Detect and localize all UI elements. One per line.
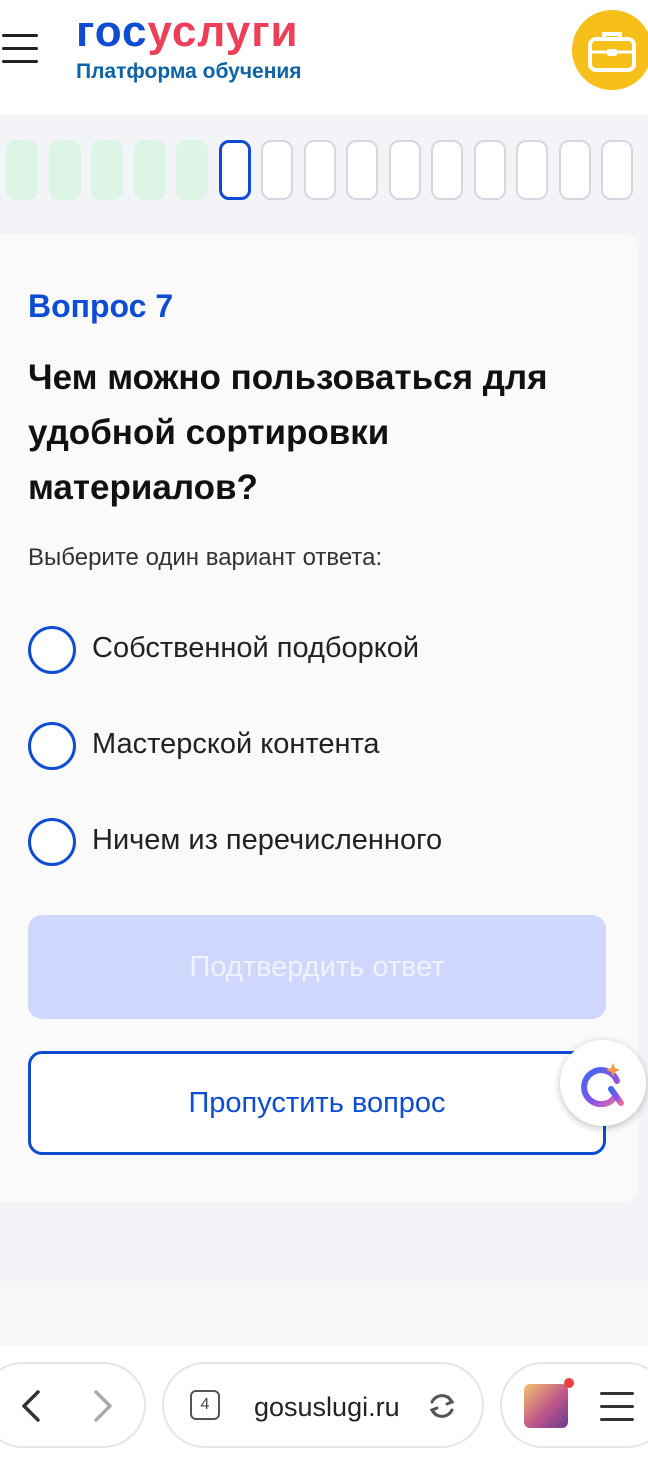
browser-toolbar: 4 gosuslugi.ru [0,1346,648,1476]
progress-step-pending [601,140,633,200]
answer-option[interactable]: Собственной подборкой [28,626,608,676]
app-header: госуслуги Платформа обучения [0,0,648,114]
progress-step-pending [558,140,591,200]
question-progress [0,138,648,204]
progress-step-done [48,140,81,200]
progress-step-pending [346,140,378,200]
navigation-controls [0,1362,146,1448]
progress-step-current [218,140,251,200]
radio-button[interactable] [28,818,76,866]
tabs-counter[interactable]: 4 [190,1390,220,1420]
progress-step-pending [261,140,293,200]
answer-option-label: Мастерской контента [92,728,380,760]
briefcase-icon [588,32,636,72]
progress-step-done [91,140,123,200]
progress-step-done [6,140,38,200]
briefcase-button[interactable] [572,10,648,90]
question-number: Вопрос 7 [28,288,174,324]
progress-step-pending [388,140,421,200]
progress-step-done [176,140,208,200]
answer-option[interactable]: Мастерской контента [28,722,608,772]
radio-button[interactable] [28,626,76,674]
question-text: Чем можно пользоваться для удобной сорти… [28,358,548,507]
gosuslugi-logo[interactable]: госуслуги [76,6,299,58]
back-arrow-icon[interactable] [12,1386,52,1426]
hamburger-menu-icon[interactable] [0,34,40,66]
answer-option[interactable]: Ничем из перечисленного [28,818,608,868]
profile-avatar[interactable] [524,1384,568,1428]
browser-menu-icon[interactable] [600,1392,634,1422]
progress-step-done [133,140,166,200]
progress-step-pending [431,140,463,200]
progress-step-pending [303,140,336,200]
skip-question-button[interactable]: Пропустить вопрос [28,1051,606,1155]
answer-option-label: Ничем из перечисленного [92,824,443,856]
confirm-answer-button[interactable]: Подтвердить ответ [28,915,606,1019]
progress-step-pending [473,140,506,200]
answer-hint: Выберите один вариант ответа: [28,544,383,571]
reload-icon[interactable] [426,1390,458,1422]
progress-step-pending [516,140,548,200]
address-bar[interactable]: 4 gosuslugi.ru [162,1362,484,1448]
browser-menu-area [500,1362,648,1448]
forward-arrow-icon[interactable] [82,1386,122,1426]
radio-button[interactable] [28,722,76,770]
platform-subtitle: Платформа обучения [76,60,302,83]
answer-option-label: Собственной подборкой [92,632,420,664]
page-footer-area [0,1282,648,1346]
url-text[interactable]: gosuslugi.ru [254,1392,400,1423]
assistant-button[interactable] [560,1040,646,1126]
notification-dot [564,1378,574,1388]
assistant-icon [581,1063,624,1107]
